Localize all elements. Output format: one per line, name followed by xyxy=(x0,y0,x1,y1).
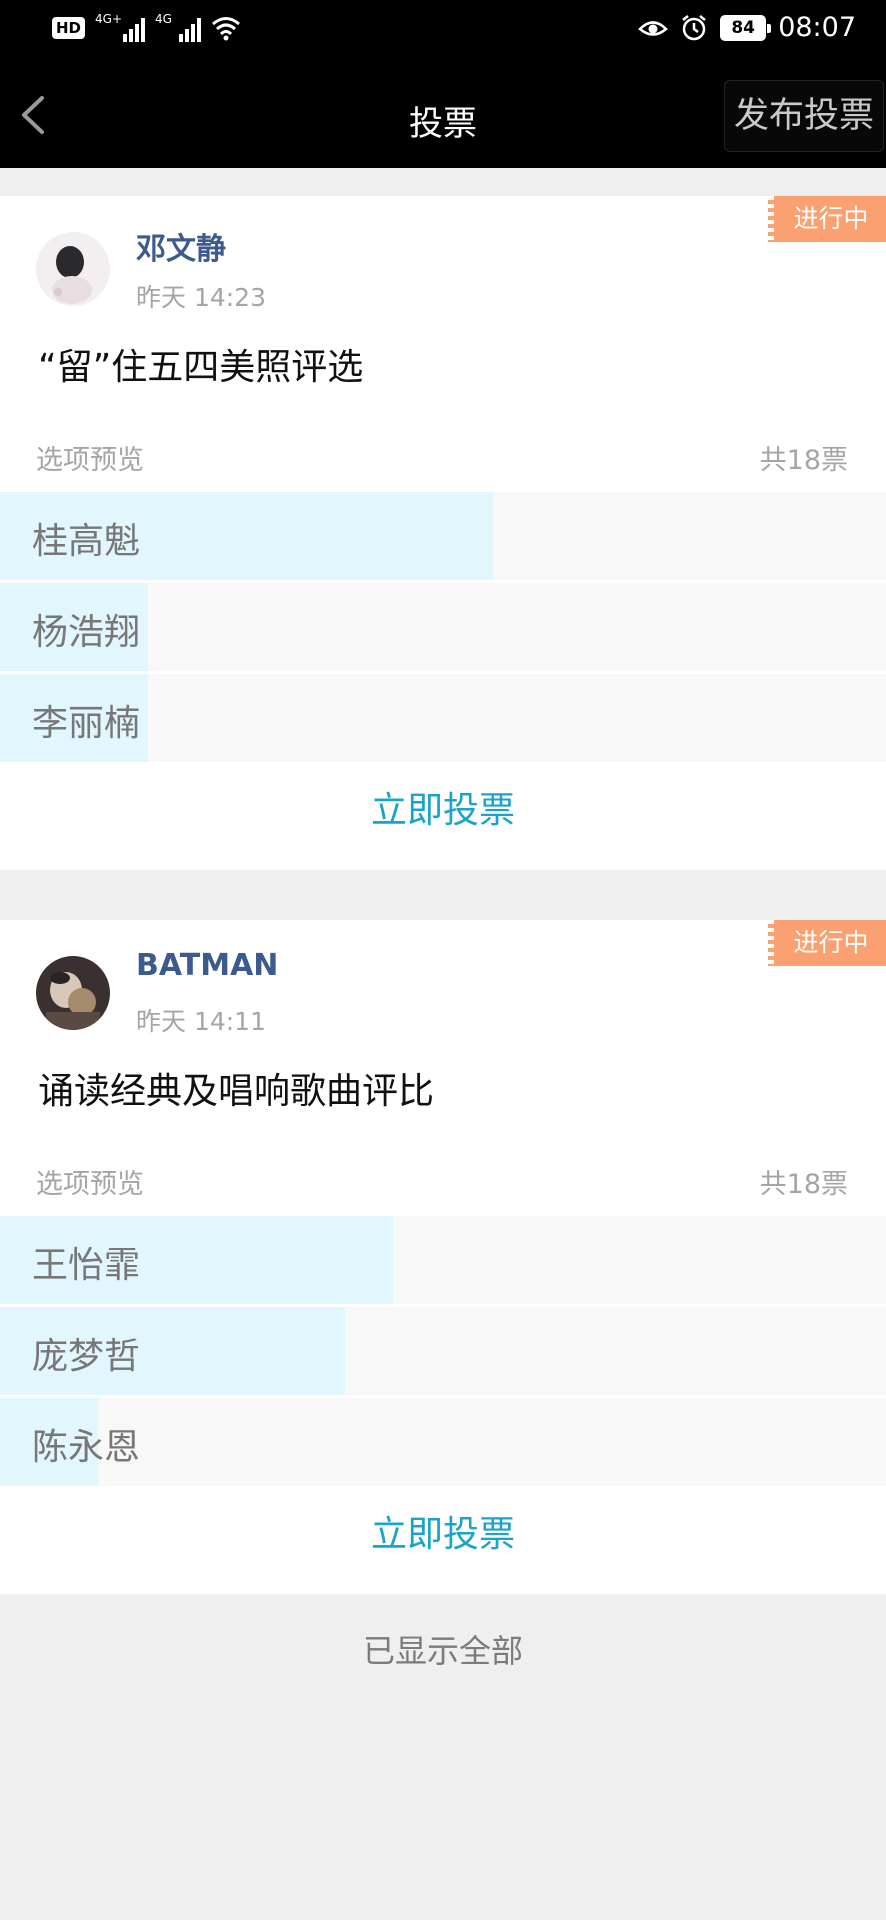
option-row: 王怡霏 xyxy=(0,1216,886,1304)
signal-icon: 4G+ xyxy=(95,12,146,42)
total-votes: 共18票 xyxy=(759,1169,848,1200)
status-right: 84 08:07 xyxy=(638,12,856,43)
battery-icon: 84 xyxy=(720,14,772,41)
wifi-icon xyxy=(212,17,240,41)
poll-title[interactable]: 诵读经典及唱响歌曲评比 xyxy=(38,1062,434,1114)
signal-icon-2: 4G xyxy=(155,12,202,42)
status-badge: 进行中 xyxy=(768,920,886,966)
avatar[interactable] xyxy=(36,232,110,306)
post-time: 昨天 14:11 xyxy=(136,1007,266,1036)
poll-card[interactable]: BATMAN 昨天 14:11 进行中 诵读经典及唱响歌曲评比 选项预览 共18… xyxy=(0,920,886,1594)
clock: 08:07 xyxy=(778,12,856,43)
vote-now-button[interactable]: 立即投票 xyxy=(0,768,886,854)
nav-bar: 投票 发布投票 xyxy=(0,62,886,168)
author-name[interactable]: 邓文静 xyxy=(136,224,226,268)
option-row: 李丽楠 xyxy=(0,674,886,762)
avatar[interactable] xyxy=(36,956,110,1030)
poll-card[interactable]: 邓文静 昨天 14:23 进行中 “留”住五四美照评选 选项预览 共18票 桂高… xyxy=(0,196,886,870)
options-preview-label: 选项预览 xyxy=(36,445,144,476)
eye-icon xyxy=(638,20,669,36)
option-label: 李丽楠 xyxy=(32,703,141,744)
hd-icon: HD xyxy=(52,17,86,39)
option-row: 庞梦哲 xyxy=(0,1307,886,1395)
options-preview-label: 选项预览 xyxy=(36,1169,144,1200)
option-label: 陈永恩 xyxy=(32,1427,141,1468)
status-badge: 进行中 xyxy=(768,196,886,242)
option-label: 王怡霏 xyxy=(32,1245,141,1286)
status-left: HD 4G+ 4G xyxy=(52,12,241,42)
option-row: 桂高魁 xyxy=(0,492,886,580)
option-label: 桂高魁 xyxy=(32,521,141,562)
alarm-icon xyxy=(682,14,706,40)
option-row: 杨浩翔 xyxy=(0,583,886,671)
end-of-list-text: 已显示全部 xyxy=(362,1632,523,1670)
post-time: 昨天 14:23 xyxy=(136,283,266,312)
author-name[interactable]: BATMAN xyxy=(136,948,278,983)
option-label: 庞梦哲 xyxy=(32,1336,141,1377)
publish-vote-button[interactable]: 发布投票 xyxy=(724,80,884,152)
vote-now-button[interactable]: 立即投票 xyxy=(0,1492,886,1578)
option-row: 陈永恩 xyxy=(0,1398,886,1486)
total-votes: 共18票 xyxy=(759,445,848,476)
option-label: 杨浩翔 xyxy=(32,612,141,653)
status-bar: HD 4G+ 4G 84 08:07 xyxy=(0,0,886,62)
poll-title[interactable]: “留”住五四美照评选 xyxy=(38,338,363,390)
